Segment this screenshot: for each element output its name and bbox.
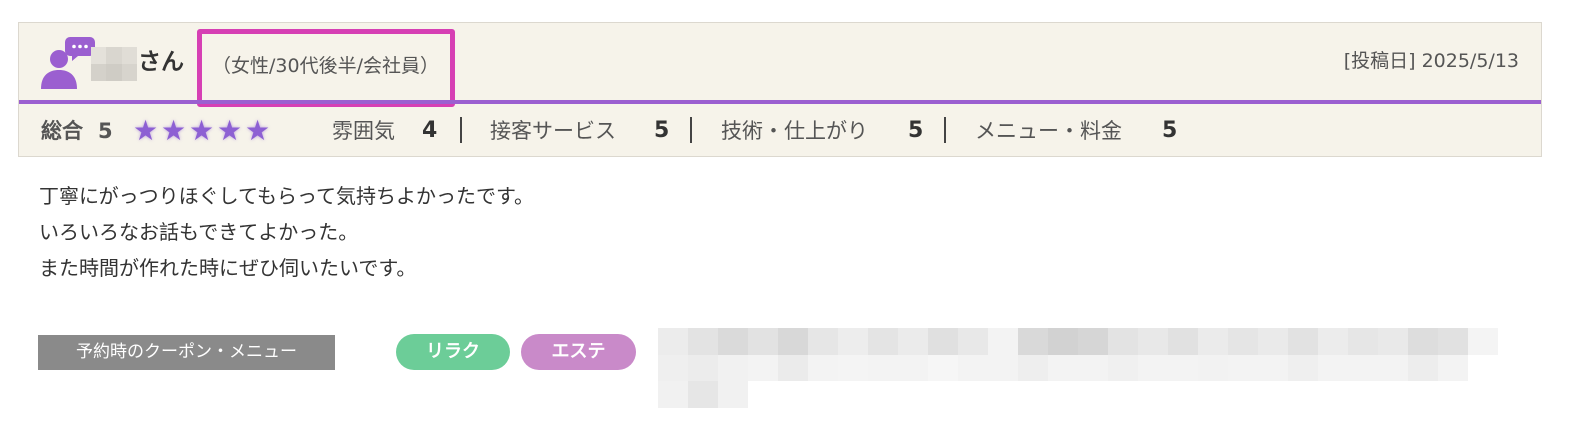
reviewer-name-suffix: さん bbox=[138, 49, 184, 75]
review-comment-line: いろいろなお話もできてよかった。 bbox=[39, 220, 359, 244]
overall-rating-score: 5 bbox=[98, 119, 113, 143]
review-header: さん （女性/30代後半/会社員） [投稿日] 2025/5/13 総合 5 ★… bbox=[18, 22, 1542, 157]
rating-service-value: 5 bbox=[654, 118, 670, 143]
reviewer-name-blurred bbox=[91, 47, 137, 81]
tag-esthe: エステ bbox=[521, 334, 636, 370]
rating-service: 接客サービス 5 bbox=[490, 115, 669, 147]
rating-menu-price-value: 5 bbox=[1162, 118, 1178, 143]
rating-technique-label: 技術・仕上がり bbox=[721, 119, 868, 143]
review-card: さん （女性/30代後半/会社員） [投稿日] 2025/5/13 総合 5 ★… bbox=[18, 22, 1542, 412]
rating-technique-value: 5 bbox=[908, 118, 924, 143]
rating-separator bbox=[690, 117, 692, 143]
star-icon: ★ bbox=[189, 114, 215, 147]
rating-atmosphere-label: 雰囲気 bbox=[332, 119, 395, 143]
overall-rating-stars: ★ ★ ★ ★ ★ bbox=[133, 115, 273, 147]
coupon-menu-label: 予約時のクーポン・メニュー bbox=[38, 335, 335, 370]
reviewer-attributes: （女性/30代後半/会社員） bbox=[212, 55, 439, 77]
rating-separator bbox=[460, 117, 462, 143]
rating-technique: 技術・仕上がり 5 bbox=[721, 115, 923, 147]
rating-atmosphere: 雰囲気 4 bbox=[332, 115, 437, 147]
user-comment-icon bbox=[41, 37, 95, 89]
coupon-name-blurred bbox=[658, 328, 1498, 408]
tag-relax: リラク bbox=[396, 334, 510, 370]
review-comment-line: また時間が作れた時にぜひ伺いたいです。 bbox=[39, 256, 417, 280]
star-icon: ★ bbox=[245, 114, 271, 147]
rating-service-label: 接客サービス bbox=[490, 119, 616, 143]
rating-menu-price: メニュー・料金 5 bbox=[975, 115, 1177, 147]
ratings-row: 総合 5 ★ ★ ★ ★ ★ 雰囲気 4 接客サービス 5 技術・仕上がり 5 メニュー… bbox=[19, 109, 1541, 155]
rating-atmosphere-value: 4 bbox=[422, 118, 438, 143]
rating-menu-price-label: メニュー・料金 bbox=[975, 119, 1122, 143]
overall-rating-label: 総合 bbox=[41, 119, 83, 143]
star-icon: ★ bbox=[217, 114, 243, 147]
rating-separator bbox=[944, 117, 946, 143]
review-comment-line: 丁寧にがっつりほぐしてもらって気持ちよかったです。 bbox=[39, 184, 534, 208]
reviewer-attributes-highlight: （女性/30代後半/会社員） bbox=[197, 29, 455, 107]
review-comment: 丁寧にがっつりほぐしてもらって気持ちよかったです。 いろいろなお話もできてよかっ… bbox=[39, 178, 534, 286]
star-icon: ★ bbox=[161, 114, 187, 147]
star-icon: ★ bbox=[133, 114, 159, 147]
post-date: [投稿日] 2025/5/13 bbox=[1343, 50, 1519, 72]
header-divider bbox=[19, 100, 1541, 104]
review-header-top: さん （女性/30代後半/会社員） [投稿日] 2025/5/13 bbox=[19, 23, 1541, 107]
